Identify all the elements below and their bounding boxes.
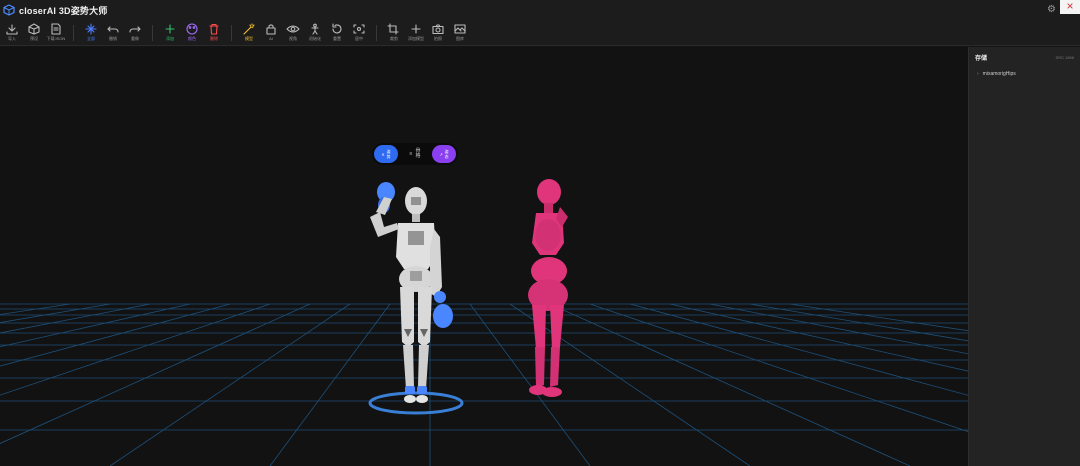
eye-icon: [286, 23, 300, 34]
toolbar-button-preset[interactable]: 预设: [23, 20, 45, 44]
toolbar-button-import[interactable]: 导入: [1, 20, 23, 44]
pose-mode-label-2: 势: [386, 154, 391, 159]
toolbar-button-label: 全部: [87, 36, 95, 41]
toolbar-button-delete[interactable]: 删除: [203, 20, 225, 44]
toolbar-button-label: AI: [269, 36, 273, 41]
pose-mode-icon: ✕: [381, 151, 385, 157]
skeleton-mode-button[interactable]: ≡ 骨 格: [410, 149, 421, 159]
reset-icon: [330, 22, 344, 34]
app-title: closerAI 3D姿势大师: [19, 5, 108, 16]
add-icon: [163, 23, 177, 34]
undo-icon: [106, 23, 120, 34]
app-logo-icon: [3, 4, 15, 16]
import-icon: [5, 23, 19, 35]
toolbar-button-add[interactable]: 添加: [159, 20, 181, 44]
pose-mode-button[interactable]: ✕ 姿 势: [374, 145, 398, 163]
toolbar-button-camera[interactable]: 拍照: [427, 20, 449, 44]
posture-mode-button[interactable]: ↗ 姿 态: [432, 145, 456, 163]
posture-mode-label-2: 态: [444, 154, 449, 159]
preset-icon: [27, 22, 41, 35]
pose-mini-toolbar: ✕ 姿 势 ≡ 骨 格 ↗ 姿 态: [372, 143, 458, 165]
main-toolbar: 导入 预设 下载JSON 全部 撤销 重做 添加 颜色 删除 模型 AI 视角 初始化 重置 居中 裁剪 添加模…: [0, 20, 1080, 46]
skeleton-mode-icon: ≡: [409, 151, 413, 157]
mannequin-pink[interactable]: [528, 179, 568, 397]
redo-icon: [128, 23, 142, 34]
toolbar-button-label: 模型: [245, 36, 253, 41]
toolbar-button-lock[interactable]: AI: [260, 20, 282, 44]
figure-icon: [308, 23, 322, 35]
tree-item-hips[interactable]: › mixamorigHips: [969, 67, 1080, 81]
file-icon: [49, 22, 63, 35]
crop-icon: [387, 22, 401, 35]
toolbar-button-plus[interactable]: 添加模型: [405, 20, 427, 44]
center-icon: [352, 23, 366, 34]
toolbar-button-label: 居中: [355, 36, 363, 41]
toolbar-button-label: 导入: [8, 36, 16, 41]
selection-ring[interactable]: [368, 391, 464, 415]
floor-grid: [0, 303, 968, 466]
toolbar-divider: [152, 25, 153, 41]
toolbar-button-undo[interactable]: 撤销: [102, 20, 124, 44]
plus-icon: [409, 23, 423, 34]
toolbar-button-label: 图库: [456, 36, 464, 41]
toolbar-button-center[interactable]: 居中: [348, 20, 370, 44]
3d-viewport[interactable]: ✕ 姿 势 ≡ 骨 格 ↗ 姿 态: [0, 47, 968, 466]
toolbar-button-eye[interactable]: 视角: [282, 20, 304, 44]
skeleton-mode-label-2: 格: [415, 153, 421, 159]
gallery-icon: [453, 23, 467, 34]
toolbar-button-label: 初始化: [309, 36, 321, 41]
outline-panel: 存储 SRC 1896 › mixamorigHips: [968, 47, 1080, 466]
toolbar-button-label: 删除: [210, 36, 218, 41]
toolbar-button-magic[interactable]: 模型: [238, 20, 260, 44]
settings-icon[interactable]: ⚙: [1047, 4, 1056, 15]
magic-icon: [242, 22, 256, 35]
toolbar-button-file[interactable]: 下载JSON: [45, 20, 67, 44]
toolbar-button-label: 添加: [166, 36, 174, 41]
title-bar: closerAI 3D姿势大师 ⚙ ×: [0, 0, 1080, 20]
delete-icon: [207, 23, 221, 35]
toolbar-button-label: 下载JSON: [46, 36, 66, 41]
panel-header: 存储 SRC 1896: [969, 47, 1080, 67]
scene-canvas[interactable]: [0, 47, 968, 466]
close-button[interactable]: ×: [1060, 0, 1080, 14]
toolbar-button-label: 视角: [289, 36, 297, 41]
toolbar-button-figure[interactable]: 初始化: [304, 20, 326, 44]
toolbar-button-crop[interactable]: 裁剪: [383, 20, 405, 44]
toolbar-button-gallery[interactable]: 图库: [449, 20, 471, 44]
palette-icon: [185, 22, 199, 35]
select-icon: [84, 22, 98, 35]
toolbar-button-reset[interactable]: 重置: [326, 20, 348, 44]
tree-item-label: mixamorigHips: [982, 71, 1016, 77]
toolbar-button-label: 颜色: [188, 36, 196, 41]
toolbar-button-label: 预设: [30, 36, 38, 41]
chevron-right-icon[interactable]: ›: [977, 71, 979, 77]
toolbar-divider: [73, 25, 74, 41]
toolbar-button-label: 重置: [333, 36, 341, 41]
toolbar-button-label: 撤销: [109, 36, 117, 41]
toolbar-button-palette[interactable]: 颜色: [181, 20, 203, 44]
toolbar-button-label: 重做: [131, 36, 139, 41]
camera-icon: [431, 23, 445, 34]
toolbar-button-label: 裁剪: [390, 36, 398, 41]
panel-title: 存储: [975, 55, 988, 62]
toolbar-button-label: 拍照: [434, 36, 442, 41]
lock-icon: [264, 23, 278, 35]
posture-mode-icon: ↗: [439, 151, 443, 157]
toolbar-button-select[interactable]: 全部: [80, 20, 102, 44]
toolbar-button-label: 添加模型: [408, 36, 424, 41]
toolbar-divider: [231, 25, 232, 41]
panel-meta: SRC 1896: [1055, 54, 1074, 60]
toolbar-button-redo[interactable]: 重做: [124, 20, 146, 44]
toolbar-divider: [376, 25, 377, 41]
